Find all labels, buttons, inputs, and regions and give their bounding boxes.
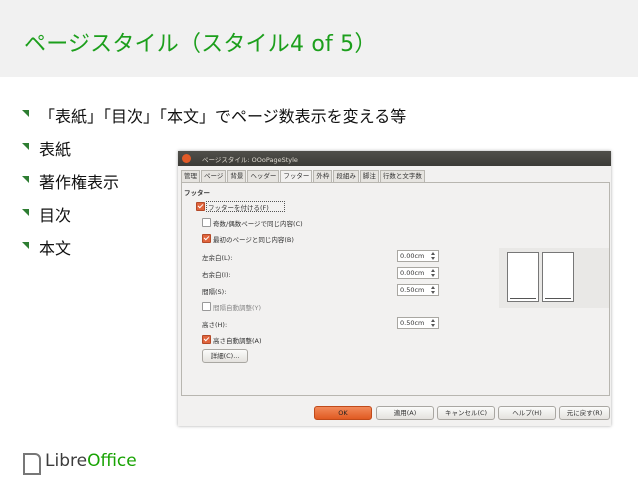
tab-page[interactable]: ページ	[201, 170, 227, 182]
footer-on-label: フッターを付ける(F)	[208, 204, 269, 212]
tab-text-grid[interactable]: 行数と文字数	[379, 170, 425, 182]
autofit-height-checkbox[interactable]	[202, 335, 211, 344]
height-label: 高さ(H):	[202, 321, 228, 329]
left-margin-label: 左余白(L):	[202, 254, 233, 262]
bullet-text: 表紙	[39, 140, 72, 159]
bullet-arrow-icon	[22, 242, 29, 249]
page-preview	[499, 248, 609, 308]
apply-button[interactable]: 適用(A)	[376, 406, 434, 420]
spin-down-icon[interactable]	[431, 324, 435, 327]
logo-text: LibreOffice	[45, 451, 137, 471]
bullet-arrow-icon	[22, 209, 29, 216]
dialog-title: ページスタイル: OOoPageStyle	[202, 156, 298, 164]
spin-up-icon[interactable]	[431, 269, 435, 272]
tab-organizer[interactable]: 管理	[181, 170, 200, 182]
spin-down-icon[interactable]	[431, 274, 435, 277]
dynamic-spacing-checkbox[interactable]	[202, 302, 211, 311]
spin-up-icon[interactable]	[431, 252, 435, 255]
same-first-page-checkbox[interactable]	[202, 234, 211, 243]
height-spinner[interactable]	[430, 317, 437, 329]
preview-footer-line	[545, 298, 571, 299]
preview-page-right	[542, 252, 574, 302]
cancel-button[interactable]: キャンセル(C)	[437, 406, 495, 420]
footer-on-checkbox[interactable]	[196, 202, 205, 211]
spin-down-icon[interactable]	[431, 257, 435, 260]
bullet-text: 「表紙」「目次」「本文」でページ数表示を変える等	[39, 107, 407, 126]
spacing-label: 間隔(S):	[202, 288, 227, 296]
reset-button[interactable]: 元に戻す(R)	[559, 406, 610, 420]
right-margin-spinner[interactable]	[430, 267, 437, 279]
help-button[interactable]: ヘルプ(H)	[498, 406, 556, 420]
autofit-height-label: 高さ自動調整(A)	[213, 337, 262, 345]
ok-button[interactable]: OK	[314, 406, 372, 420]
section-heading: フッター	[184, 189, 210, 197]
bullet-arrow-icon	[22, 176, 29, 183]
bullet-arrow-icon	[22, 110, 29, 117]
preview-footer-line	[510, 298, 536, 299]
tab-header[interactable]: ヘッダー	[247, 170, 280, 182]
tab-borders[interactable]: 外枠	[313, 170, 333, 182]
close-icon[interactable]	[182, 154, 191, 163]
bullet-arrow-icon	[22, 143, 29, 150]
more-options-button[interactable]: 詳細(C)...	[202, 349, 248, 363]
left-margin-spinner[interactable]	[430, 250, 437, 262]
same-first-page-label: 最初のページと同じ内容(B)	[213, 236, 294, 244]
dialog-titlebar: ページスタイル: OOoPageStyle	[178, 151, 611, 166]
spacing-spinner[interactable]	[430, 284, 437, 296]
tab-footnote[interactable]: 脚注	[359, 170, 379, 182]
spin-down-icon[interactable]	[431, 291, 435, 294]
bullet-text: 目次	[39, 206, 72, 225]
same-left-right-checkbox[interactable]	[202, 218, 211, 227]
page-style-dialog: ページスタイル: OOoPageStyle 管理 ページ 背景 ヘッダー フッター 外枠段…	[178, 151, 611, 426]
right-margin-label: 右余白(I):	[202, 271, 231, 279]
tab-bar: 管理 ページ 背景 ヘッダー フッター 外枠 段組み 脚注 行数と文字数	[181, 170, 426, 183]
bullet-text: 本文	[39, 239, 72, 258]
preview-page-left	[507, 252, 539, 302]
spin-up-icon[interactable]	[431, 286, 435, 289]
spin-up-icon[interactable]	[431, 319, 435, 322]
same-left-right-label: 奇数/偶数ページで同じ内容(C)	[213, 220, 303, 228]
tab-columns[interactable]: 段組み	[333, 170, 359, 182]
tab-background[interactable]: 背景	[227, 170, 247, 182]
slide-title: ページスタイル（スタイル4 of 5）	[24, 32, 377, 57]
bullet-text: 著作権表示	[39, 173, 120, 192]
dynamic-spacing-label: 間隔自動調整(Y)	[213, 304, 262, 312]
document-icon	[23, 453, 41, 475]
